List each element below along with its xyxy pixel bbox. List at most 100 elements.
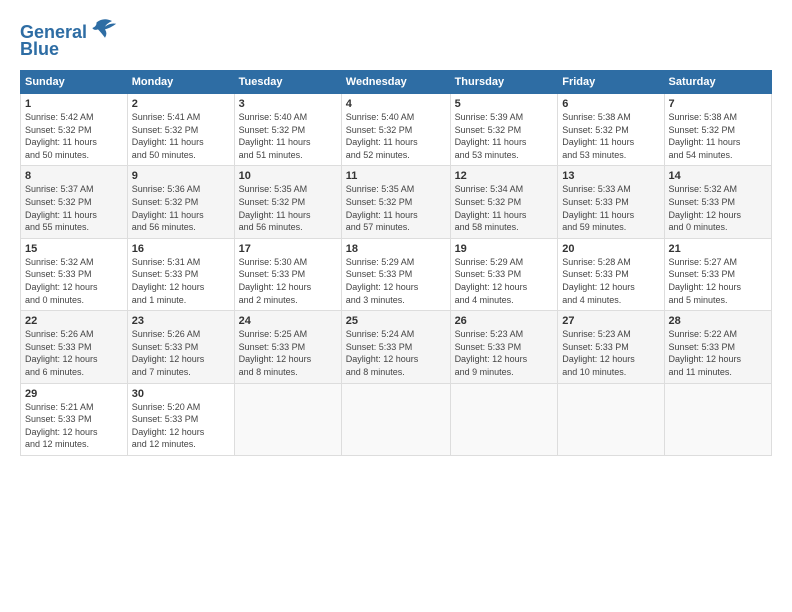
day-number: 18 — [346, 243, 446, 255]
weekday-header-thursday: Thursday — [450, 71, 558, 94]
daylight-hours: Daylight: 12 hours — [562, 282, 635, 292]
calendar-cell: 25Sunrise: 5:24 AMSunset: 5:33 PMDayligh… — [341, 311, 450, 383]
sunrise-text: Sunrise: 5:20 AM — [132, 402, 201, 412]
sunset-text: Sunset: 5:33 PM — [132, 414, 199, 424]
weekday-header-wednesday: Wednesday — [341, 71, 450, 94]
sunrise-text: Sunrise: 5:42 AM — [25, 112, 94, 122]
day-number: 28 — [669, 315, 767, 327]
calendar-cell: 22Sunrise: 5:26 AMSunset: 5:33 PMDayligh… — [21, 311, 128, 383]
daylight-label: Daylight: 11 hoursand 53 minutes. — [455, 137, 527, 160]
day-info: Sunrise: 5:40 AMSunset: 5:32 PMDaylight:… — [346, 111, 446, 161]
sunset-text: Sunset: 5:33 PM — [25, 269, 92, 279]
day-info: Sunrise: 5:34 AMSunset: 5:32 PMDaylight:… — [455, 183, 554, 233]
daylight-label: Daylight: 12 hoursand 11 minutes. — [669, 354, 742, 377]
daylight-minutes: and 54 minutes. — [669, 150, 733, 160]
daylight-minutes: and 59 minutes. — [562, 222, 626, 232]
daylight-hours: Daylight: 12 hours — [132, 282, 205, 292]
daylight-minutes: and 50 minutes. — [25, 150, 89, 160]
weekday-header-friday: Friday — [558, 71, 664, 94]
daylight-label: Daylight: 12 hoursand 10 minutes. — [562, 354, 635, 377]
daylight-hours: Daylight: 12 hours — [669, 210, 742, 220]
daylight-minutes: and 2 minutes. — [239, 295, 298, 305]
day-info: Sunrise: 5:31 AMSunset: 5:33 PMDaylight:… — [132, 256, 230, 306]
day-info: Sunrise: 5:23 AM Sunset: 5:33 PM Daylight:… — [455, 328, 554, 378]
calendar-cell: 26Sunrise: 5:23 AMSunset: 5:33 PMDayligh… — [450, 311, 558, 383]
daylight-minutes: and 8 minutes. — [239, 367, 298, 377]
daylight-minutes: and 8 minutes. — [346, 367, 405, 377]
daylight-minutes: and 12 minutes. — [25, 439, 89, 449]
sunset-text: Sunset: 5:33 PM — [562, 269, 629, 279]
daylight-label: Daylight: 12 hoursand 7 minutes. — [132, 354, 205, 377]
sunrise-text: Sunrise: 5:28 AM — [562, 257, 631, 267]
calendar-cell: 13Sunrise: 5:33 AMSunset: 5:33 PMDayligh… — [558, 166, 664, 238]
daylight-label: Daylight: 12 hoursand 9 minutes. — [455, 354, 528, 377]
day-info: Sunrise: 5:21 AMSunset: 5:33 PMDaylight:… — [25, 401, 123, 451]
daylight-label: Daylight: 12 hoursand 4 minutes. — [455, 282, 528, 305]
calendar-header: SundayMondayTuesdayWednesdayThursdayFrid… — [21, 71, 772, 94]
calendar-week-4: 22 Sunrise: 5:26 AMSunset: 5:33 PMDayligh… — [21, 311, 772, 383]
sunset-text: Sunset: 5:33 PM — [455, 342, 522, 352]
sunset-text: Sunset: 5:33 PM — [346, 269, 413, 279]
calendar-week-1: 1Sunrise: 5:42 AMSunset: 5:32 PMDaylight… — [21, 94, 772, 166]
day-info: Sunrise: 5:40 AMSunset: 5:32 PMDaylight:… — [239, 111, 337, 161]
sunrise-text: Sunrise: 5:23 AM — [455, 329, 524, 339]
day-number: 29 — [25, 388, 123, 400]
sunrise-text: Sunrise: 5:41 AM — [132, 112, 201, 122]
daylight-minutes: and 50 minutes. — [132, 150, 196, 160]
daylight-label: Daylight: 11 hoursand 58 minutes. — [455, 210, 527, 233]
daylight-label: Daylight: 12 hoursand 6 minutes. — [25, 354, 98, 377]
day-number: 8 — [25, 170, 123, 182]
calendar-cell — [558, 383, 664, 455]
sunset-text: Sunset: 5:32 PM — [239, 125, 306, 135]
daylight-minutes: and 55 minutes. — [25, 222, 89, 232]
daylight-hours: Daylight: 11 hours — [239, 210, 311, 220]
calendar-cell: 18Sunrise: 5:29 AMSunset: 5:33 PMDayligh… — [341, 238, 450, 310]
daylight-minutes: and 57 minutes. — [346, 222, 410, 232]
daylight-minutes: and 10 minutes. — [562, 367, 626, 377]
sunset-text: Sunset: 5:33 PM — [25, 342, 92, 352]
day-number: 2 — [132, 98, 230, 110]
sunrise-text: Sunrise: 5:39 AM — [455, 112, 524, 122]
calendar-cell: 7Sunrise: 5:38 AMSunset: 5:32 PMDaylight… — [664, 94, 771, 166]
calendar-cell: 5Sunrise: 5:39 AMSunset: 5:32 PMDaylight… — [450, 94, 558, 166]
daylight-label: Daylight: 12 hoursand 12 minutes. — [25, 427, 98, 450]
daylight-label: Daylight: 11 hours and 59 minutes. — [562, 210, 634, 233]
calendar-cell: 23Sunrise: 5:26 AMSunset: 5:33 PMDayligh… — [127, 311, 234, 383]
weekday-header-tuesday: Tuesday — [234, 71, 341, 94]
daylight-minutes: and 53 minutes. — [562, 150, 626, 160]
daylight-label: Daylight: 12 hoursand 8 minutes. — [239, 354, 312, 377]
day-info: Sunrise: 5:35 AMSunset: 5:32 PMDaylight:… — [346, 183, 446, 233]
daylight-label: Daylight: 12 hours and 0 minutes. — [669, 210, 742, 233]
logo: General Blue — [20, 18, 119, 60]
day-info: Sunrise: 5:26 AMSunset: 5:33 PMDaylight:… — [132, 328, 230, 378]
daylight-label: Daylight: 11 hoursand 51 minutes. — [239, 137, 311, 160]
daylight-hours: Daylight: 11 hours — [132, 210, 204, 220]
day-number: 22 — [25, 315, 123, 327]
day-info: Sunrise: 5:37 AMSunset: 5:32 PMDaylight:… — [25, 183, 123, 233]
day-info: Sunrise: 5:32 AMSunset: 5:33 PMDaylight:… — [669, 183, 767, 233]
calendar-week-2: 8Sunrise: 5:37 AMSunset: 5:32 PMDaylight… — [21, 166, 772, 238]
day-number: 3 — [239, 98, 337, 110]
sunrise-text: Sunrise: 5:38 AM — [562, 112, 631, 122]
calendar-cell: 3Sunrise: 5:40 AMSunset: 5:32 PMDaylight… — [234, 94, 341, 166]
daylight-hours: Daylight: 11 hours — [669, 137, 741, 147]
daylight-label: Daylight: 11 hoursand 50 minutes. — [132, 137, 204, 160]
daylight-label: Daylight: 11 hoursand 57 minutes. — [346, 210, 418, 233]
sunrise-text: Sunrise: 5:21 AM — [25, 402, 94, 412]
daylight-minutes: and 56 minutes. — [239, 222, 303, 232]
day-info: Sunrise: 5:24 AMSunset: 5:33 PMDaylight:… — [346, 328, 446, 378]
daylight-label: Daylight: 12 hoursand 12 minutes. — [132, 427, 205, 450]
calendar-cell — [450, 383, 558, 455]
daylight-minutes: and 51 minutes. — [239, 150, 303, 160]
sunset-text: Sunset: 5:32 PM — [25, 197, 92, 207]
calendar-cell: 15Sunrise: 5:32 AMSunset: 5:33 PMDayligh… — [21, 238, 128, 310]
sunset-text: Sunset: 5:33 PM — [239, 342, 306, 352]
daylight-hours: Daylight: 12 hours — [25, 282, 98, 292]
daylight-minutes: and 0 minutes. — [669, 222, 728, 232]
calendar-cell: 9Sunrise: 5:36 AMSunset: 5:32 PMDaylight… — [127, 166, 234, 238]
daylight-hours: Daylight: 11 hours — [25, 137, 97, 147]
daylight-hours: Daylight: 11 hours — [562, 210, 634, 220]
sunset-text: Sunset: 5:32 PM — [239, 197, 306, 207]
daylight-minutes: and 9 minutes. — [455, 367, 514, 377]
weekday-header-sunday: Sunday — [21, 71, 128, 94]
